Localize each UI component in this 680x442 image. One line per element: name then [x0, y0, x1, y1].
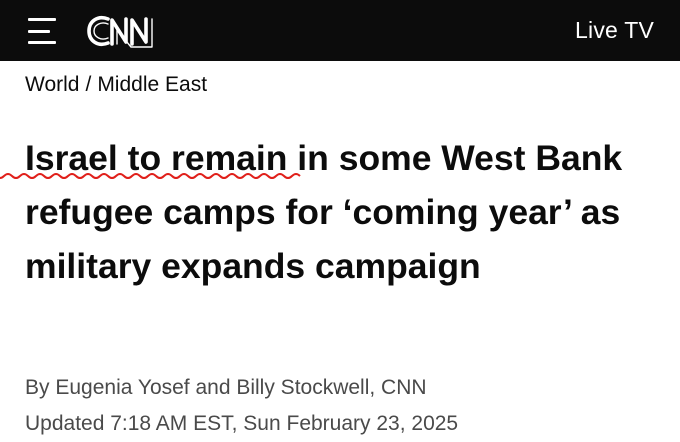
hamburger-menu-icon[interactable]: [28, 18, 62, 44]
cnn-logo-icon: [87, 15, 153, 48]
article-byline: By Eugenia Yosef and Billy Stockwell, CN…: [25, 376, 427, 399]
article-headline: Israel to remain in some West Bank refug…: [25, 131, 665, 293]
red-squiggle-underline: [0, 173, 301, 179]
breadcrumb-middle-east[interactable]: Middle East: [97, 73, 207, 97]
menu-line: [28, 41, 56, 44]
article-timestamp: Updated 7:18 AM EST, Sun February 23, 20…: [25, 412, 459, 435]
site-header: Live TV: [0, 0, 680, 61]
menu-line: [28, 18, 56, 21]
breadcrumb-world[interactable]: World: [25, 73, 79, 97]
cnn-logo[interactable]: [86, 11, 164, 51]
live-tv-link[interactable]: Live TV: [575, 17, 654, 44]
breadcrumb: World / Middle East: [25, 73, 207, 97]
breadcrumb-separator: /: [85, 73, 92, 96]
menu-line: [28, 29, 50, 33]
